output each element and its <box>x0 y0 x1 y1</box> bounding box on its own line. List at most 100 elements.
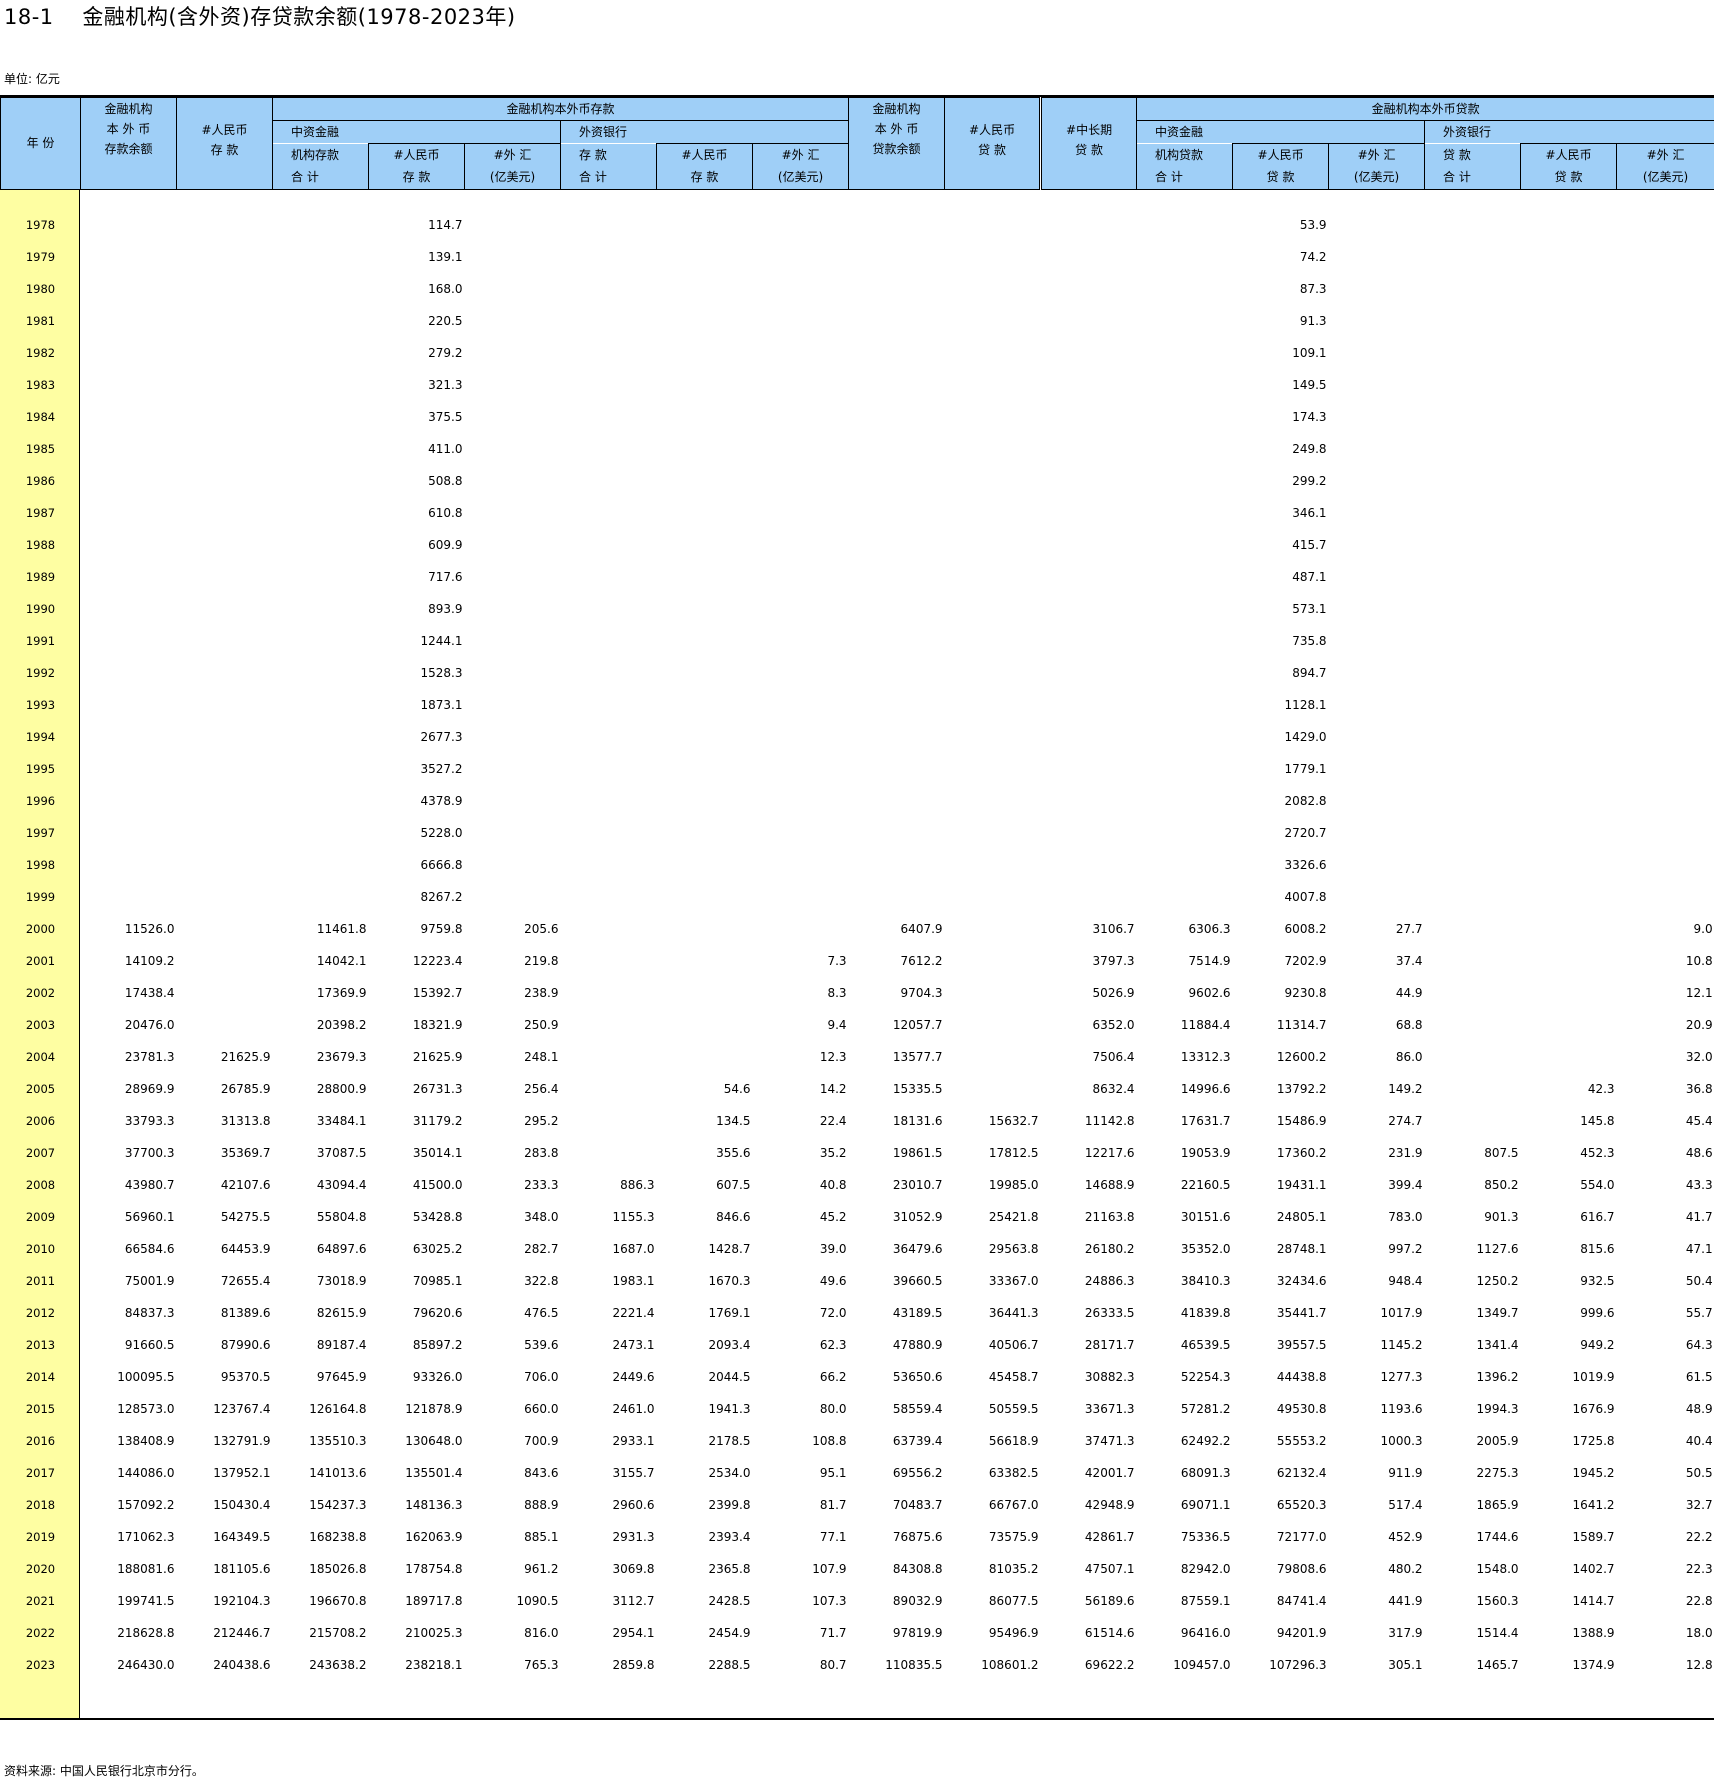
value-cell: 295.2 <box>524 1114 559 1128</box>
value-cell: 220.5 <box>428 314 463 328</box>
value-cell: 17631.7 <box>1180 1114 1231 1128</box>
value-cell: 911.9 <box>1388 1466 1423 1480</box>
value-cell: 77.1 <box>819 1530 847 1544</box>
value-cell: 97645.9 <box>316 1370 367 1384</box>
value-cell <box>753 529 849 561</box>
table-row: 2017 144086.0 137952.1 141013.6 135501.4 843.… <box>1 1457 1714 1489</box>
col-header-cfi-rmb-loan-line2: 贷 款 <box>1232 166 1330 190</box>
value-cell: 84308.8 <box>892 1562 943 1576</box>
value-cell: 87.3 <box>1299 282 1327 296</box>
year-cell: 1988 <box>25 538 56 552</box>
value-cell <box>465 849 561 881</box>
value-cell <box>1617 849 1714 881</box>
value-cell: 1983.1 <box>612 1274 655 1288</box>
value-cell <box>465 625 561 657</box>
value-cell: 1994.3 <box>1476 1402 1519 1416</box>
value-cell <box>81 881 177 913</box>
value-cell: 47.1 <box>1685 1242 1713 1256</box>
value-cell <box>1137 785 1233 817</box>
value-cell: 121878.9 <box>405 1402 463 1416</box>
value-cell: 238218.1 <box>405 1658 463 1672</box>
value-cell <box>561 785 657 817</box>
value-cell: 29563.8 <box>988 1242 1039 1256</box>
value-cell <box>1041 497 1137 529</box>
value-cell: 178754.8 <box>405 1562 463 1576</box>
year-cell: 2017 <box>25 1466 56 1480</box>
value-cell: 21625.9 <box>220 1050 271 1064</box>
value-cell: 49530.8 <box>1276 1402 1327 1416</box>
value-cell <box>465 721 561 753</box>
value-cell: 64897.6 <box>316 1242 367 1256</box>
value-cell: 80.7 <box>819 1658 847 1672</box>
table-row: 2004 23781.3 21625.9 23679.3 21625.9 248.1 12.… <box>1 1041 1714 1073</box>
value-cell: 901.3 <box>1484 1210 1519 1224</box>
value-cell <box>945 1041 1041 1073</box>
spacer-cell <box>1 189 1714 209</box>
table-row: 1994 2677.3 1429.0 <box>1 721 1714 753</box>
value-cell: 1193.6 <box>1380 1402 1423 1416</box>
value-cell <box>1137 305 1233 337</box>
year-cell: 1980 <box>25 282 56 296</box>
year-cell: 2015 <box>25 1402 56 1416</box>
year-cell: 2020 <box>25 1562 56 1576</box>
value-cell: 44438.8 <box>1276 1370 1327 1384</box>
value-cell <box>465 241 561 273</box>
value-cell: 765.3 <box>524 1658 559 1672</box>
value-cell <box>945 721 1041 753</box>
value-cell <box>81 401 177 433</box>
value-cell <box>1329 497 1425 529</box>
value-cell <box>1041 721 1137 753</box>
value-cell <box>657 369 753 401</box>
value-cell: 75001.9 <box>124 1274 175 1288</box>
table-row: 2015 128573.0 123767.4 126164.8 121878.9 660.… <box>1 1393 1714 1425</box>
value-cell <box>1329 657 1425 689</box>
value-cell: 1349.7 <box>1476 1306 1519 1320</box>
value-cell <box>1521 817 1617 849</box>
value-cell: 355.6 <box>716 1146 751 1160</box>
value-cell: 894.7 <box>1292 666 1327 680</box>
value-cell: 64.3 <box>1685 1338 1713 1352</box>
value-cell <box>561 529 657 561</box>
value-cell: 2221.4 <box>612 1306 655 1320</box>
value-cell: 53428.8 <box>412 1210 463 1224</box>
value-cell <box>849 593 945 625</box>
value-cell: 44.9 <box>1395 986 1423 1000</box>
table-row: 1997 5228.0 2720.7 <box>1 817 1714 849</box>
value-cell: 18.0 <box>1685 1626 1713 1640</box>
value-cell: 27.7 <box>1395 922 1423 936</box>
value-cell <box>945 1073 1041 1105</box>
value-cell <box>849 817 945 849</box>
value-cell: 135501.4 <box>405 1466 463 1480</box>
value-cell: 20398.2 <box>316 1018 367 1032</box>
value-cell: 807.5 <box>1484 1146 1519 1160</box>
value-cell <box>1137 881 1233 913</box>
value-cell <box>657 721 753 753</box>
value-cell <box>849 561 945 593</box>
value-cell <box>561 721 657 753</box>
value-cell: 12217.6 <box>1084 1146 1135 1160</box>
value-cell <box>1137 273 1233 305</box>
value-cell <box>1425 465 1521 497</box>
value-cell <box>1137 689 1233 721</box>
value-cell <box>273 785 369 817</box>
value-cell <box>657 305 753 337</box>
value-cell <box>177 369 273 401</box>
value-cell: 12600.2 <box>1276 1050 1327 1064</box>
value-cell: 35369.7 <box>220 1146 271 1160</box>
value-cell: 128573.0 <box>117 1402 175 1416</box>
value-cell: 6008.2 <box>1284 922 1327 936</box>
value-cell: 1514.4 <box>1476 1626 1519 1640</box>
value-cell <box>753 433 849 465</box>
value-cell <box>1521 433 1617 465</box>
value-cell: 3069.8 <box>612 1562 655 1576</box>
value-cell <box>81 305 177 337</box>
year-cell: 2022 <box>25 1626 56 1640</box>
value-cell: 660.0 <box>524 1402 559 1416</box>
value-cell <box>81 721 177 753</box>
value-cell: 89187.4 <box>316 1338 367 1352</box>
value-cell <box>1425 497 1521 529</box>
value-cell: 11884.4 <box>1180 1018 1231 1032</box>
year-cell: 1997 <box>25 826 56 840</box>
col-header-cfi-deposit-line2: 机构存款 <box>272 143 369 166</box>
year-cell: 1979 <box>25 250 56 264</box>
